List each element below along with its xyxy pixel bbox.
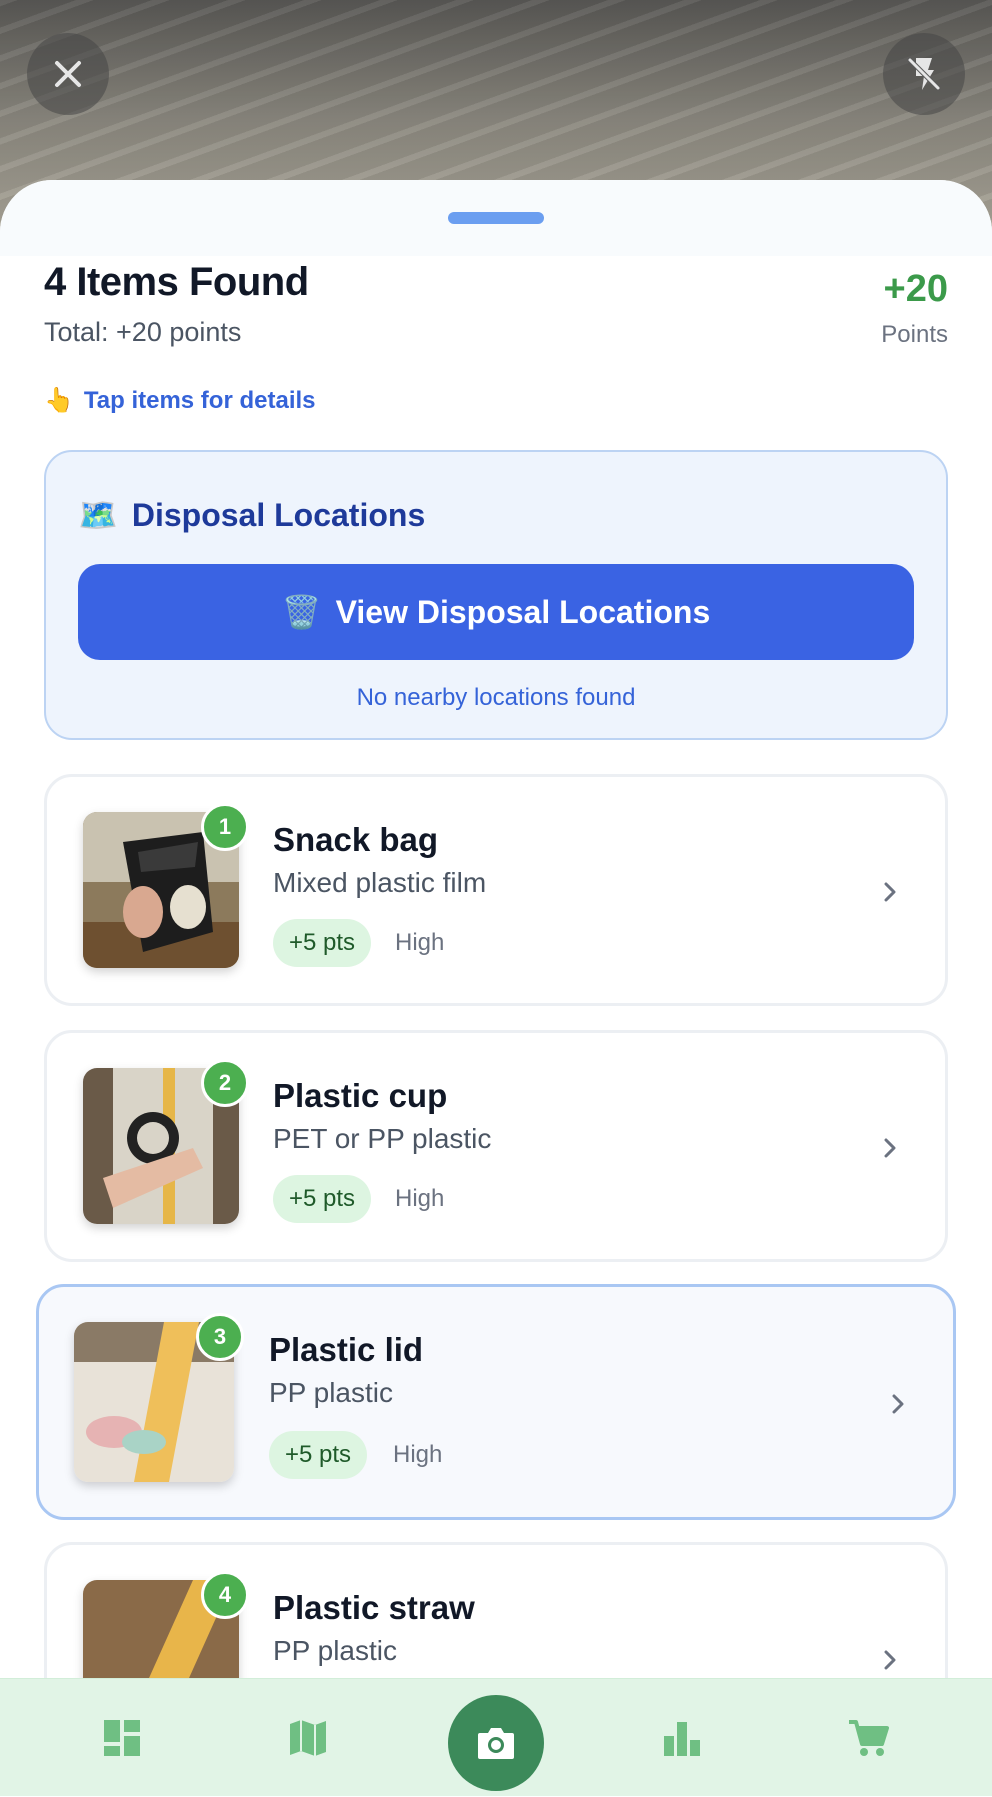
points-value: +20 xyxy=(883,268,948,310)
flash-off-icon xyxy=(907,57,941,91)
item-index-badge: 3 xyxy=(196,1313,244,1361)
item-confidence: High xyxy=(393,1441,443,1468)
tap-hint: 👆 Tap items for details xyxy=(44,386,316,415)
trash-icon: 🗑️ xyxy=(281,594,322,630)
camera-icon xyxy=(478,1728,514,1759)
pointing-hand-icon: 👆 xyxy=(44,387,74,414)
item-name: Snack bag xyxy=(273,821,439,858)
disposal-card: 🗺️ Disposal Locations 🗑️ View Disposal L… xyxy=(44,450,948,740)
item-material: PET or PP plastic xyxy=(273,1123,492,1154)
item-card-plastic-lid[interactable]: 3 Plastic lid PP plastic +5 pts High xyxy=(36,1284,956,1520)
item-index-badge: 4 xyxy=(201,1571,249,1619)
nav-leaderboard[interactable] xyxy=(644,1679,720,1797)
disposal-title: Disposal Locations xyxy=(131,496,426,533)
results-total: Total: +20 points xyxy=(44,317,242,347)
item-confidence: High xyxy=(395,929,445,956)
item-card-snack-bag[interactable]: 1 Snack bag Mixed plastic film +5 pts Hi… xyxy=(44,774,948,1006)
nav-map[interactable] xyxy=(270,1679,346,1797)
disposal-status: No nearby locations found xyxy=(356,684,636,711)
map-icon xyxy=(290,1720,326,1756)
item-material: Mixed plastic film xyxy=(273,867,487,898)
close-button[interactable] xyxy=(27,33,109,115)
chevron-right-icon xyxy=(892,1394,904,1414)
flash-toggle-button[interactable] xyxy=(883,33,965,115)
results-sheet: 4 Items Found Total: +20 points +20 Poin… xyxy=(0,180,992,1796)
item-points-badge: +5 pts xyxy=(269,1431,368,1479)
nav-shop[interactable] xyxy=(830,1679,906,1797)
nav-camera[interactable] xyxy=(448,1695,544,1791)
view-disposal-label: View Disposal Locations xyxy=(335,593,711,630)
item-index-badge: 1 xyxy=(201,803,249,851)
item-name: Plastic straw xyxy=(273,1589,475,1626)
item-material: PP plastic xyxy=(273,1635,397,1666)
tap-hint-text: Tap items for details xyxy=(83,386,316,414)
item-points-badge: +5 pts xyxy=(273,1175,372,1223)
cart-icon xyxy=(849,1720,889,1756)
dashboard-icon xyxy=(104,1720,140,1756)
item-index-badge: 2 xyxy=(201,1059,249,1107)
item-card-plastic-cup[interactable]: 2 Plastic cup PET or PP plastic +5 pts H… xyxy=(44,1030,948,1262)
drag-handle[interactable] xyxy=(448,212,544,224)
close-icon xyxy=(55,61,81,87)
map-emoji-icon: 🗺️ xyxy=(78,497,118,533)
leaderboard-icon xyxy=(664,1722,700,1756)
chevron-right-icon xyxy=(884,882,896,902)
view-disposal-locations-button[interactable]: 🗑️ View Disposal Locations xyxy=(78,564,914,660)
item-name: Plastic lid xyxy=(269,1331,424,1368)
results-title: 4 Items Found xyxy=(44,260,309,304)
disposal-header: 🗺️ Disposal Locations xyxy=(78,496,425,534)
item-name: Plastic cup xyxy=(273,1077,448,1114)
nav-dashboard[interactable] xyxy=(84,1679,160,1797)
item-material: PP plastic xyxy=(269,1377,393,1408)
chevron-right-icon xyxy=(884,1138,896,1158)
item-points-badge: +5 pts xyxy=(273,919,372,967)
points-label: Points xyxy=(881,321,948,348)
chevron-right-icon xyxy=(884,1650,896,1670)
item-confidence: High xyxy=(395,1185,445,1212)
bottom-nav xyxy=(0,1678,992,1796)
